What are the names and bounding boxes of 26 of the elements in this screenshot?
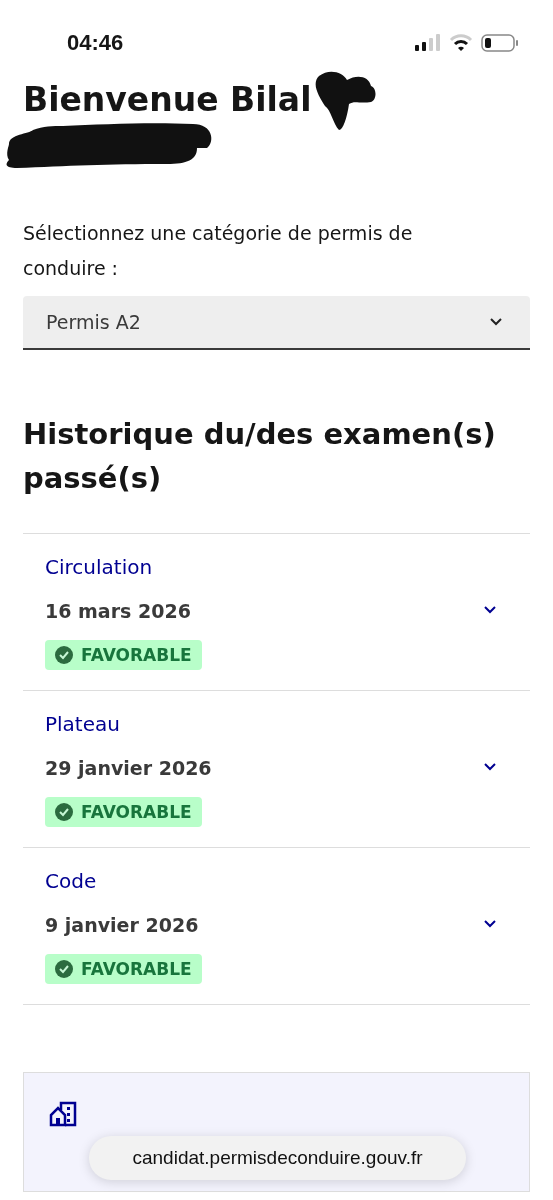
select-label: Sélectionnez une catégorie de permis de conduire : xyxy=(23,221,414,281)
chevron-down-icon[interactable] xyxy=(484,763,496,771)
exam-date: 9 janvier 2026 xyxy=(45,913,199,938)
exam-title: Plateau xyxy=(45,711,121,738)
category-select[interactable]: Permis A2 xyxy=(23,296,530,350)
exam-title: Code xyxy=(45,868,98,895)
result-badge: FAVORABLE xyxy=(45,797,202,827)
status-time: 04:46 xyxy=(67,30,124,56)
wifi-icon xyxy=(449,34,473,52)
building-icon xyxy=(49,1101,77,1127)
signal-icon xyxy=(415,34,441,52)
exam-date: 16 mars 2026 xyxy=(45,599,191,624)
battery-icon xyxy=(481,34,519,52)
section-heading: Historique du/des examen(s) passé(s) xyxy=(23,416,497,497)
result-badge: FAVORABLE xyxy=(45,640,202,670)
exam-date: 29 janvier 2026 xyxy=(45,756,212,781)
chevron-down-icon[interactable] xyxy=(484,920,496,928)
check-circle-icon xyxy=(55,960,73,978)
welcome-heading: Bienvenue Bilal xyxy=(23,80,312,119)
chevron-down-icon[interactable] xyxy=(484,606,496,614)
result-badge: FAVORABLE xyxy=(45,954,202,984)
check-circle-icon xyxy=(55,803,73,821)
check-circle-icon xyxy=(55,646,73,664)
chevron-down-icon xyxy=(490,318,502,326)
exam-title: Circulation xyxy=(45,554,154,581)
address-bar[interactable]: candidat.permisdeconduire.gouv.fr xyxy=(89,1136,466,1180)
